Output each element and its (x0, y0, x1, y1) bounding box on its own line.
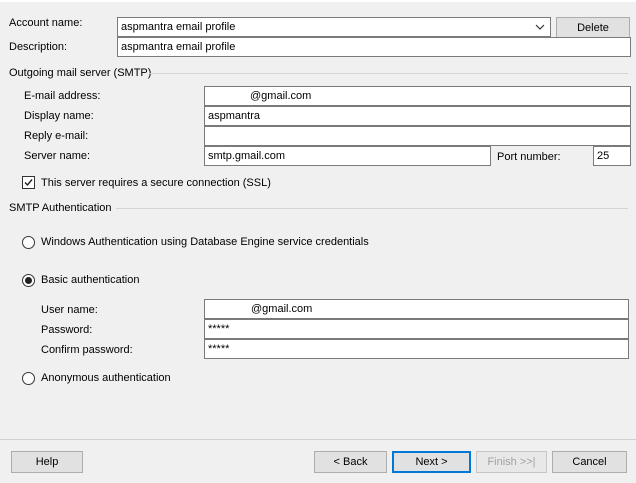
reply-email-label: Reply e-mail: (24, 130, 89, 142)
anonymous-auth-radio[interactable] (22, 372, 35, 385)
email-address-field[interactable]: @gmail.com (204, 86, 631, 106)
help-button[interactable]: Help (11, 451, 83, 473)
windows-auth-radio[interactable] (22, 236, 35, 249)
port-number-label: Port number: (497, 151, 561, 163)
basic-auth-radio[interactable] (22, 274, 35, 287)
reply-email-field[interactable] (204, 126, 631, 146)
password-label: Password: (41, 324, 93, 336)
server-name-label: Server name: (24, 150, 91, 162)
description-field[interactable]: aspmantra email profile (117, 37, 631, 57)
finish-button[interactable]: Finish >>| (476, 451, 547, 473)
ssl-label[interactable]: This server requires a secure connection… (41, 176, 271, 190)
anonymous-auth-label[interactable]: Anonymous authentication (41, 371, 171, 385)
smtp-section-title: Outgoing mail server (SMTP) (9, 67, 152, 79)
auth-section-divider (116, 208, 628, 209)
checkmark-icon (24, 179, 33, 187)
window-top-edge (0, 0, 636, 2)
user-name-value: @gmail.com (251, 303, 313, 315)
cancel-button[interactable]: Cancel (552, 451, 627, 473)
email-address-label: E-mail address: (24, 90, 101, 102)
account-name-combobox[interactable]: aspmantra email profile (117, 17, 551, 37)
user-name-label: User name: (41, 304, 98, 316)
port-number-field[interactable]: 25 (593, 146, 631, 166)
account-name-value: aspmantra email profile (121, 21, 236, 33)
next-button[interactable]: Next > (392, 451, 471, 473)
display-name-label: Display name: (24, 110, 94, 122)
confirm-password-label: Confirm password: (41, 344, 133, 356)
chevron-down-icon[interactable] (534, 18, 546, 36)
server-name-field[interactable]: smtp.gmail.com (204, 146, 491, 166)
radio-selected-dot (25, 277, 32, 284)
description-label: Description: (9, 41, 68, 53)
footer-divider (0, 439, 636, 440)
delete-button[interactable]: Delete (556, 17, 630, 39)
confirm-password-field[interactable]: ***** (204, 339, 629, 359)
display-name-field[interactable]: aspmantra (204, 106, 631, 126)
basic-auth-label[interactable]: Basic authentication (41, 273, 139, 287)
ssl-checkbox[interactable] (22, 176, 35, 189)
user-name-field[interactable]: @gmail.com (204, 299, 629, 319)
email-address-value: @gmail.com (250, 90, 312, 102)
auth-section-title: SMTP Authentication (9, 202, 112, 214)
smtp-section-divider (150, 73, 628, 74)
back-button[interactable]: < Back (314, 451, 387, 473)
account-name-label: Account name: (9, 17, 83, 29)
windows-auth-label[interactable]: Windows Authentication using Database En… (41, 235, 369, 249)
password-field[interactable]: ***** (204, 319, 629, 339)
